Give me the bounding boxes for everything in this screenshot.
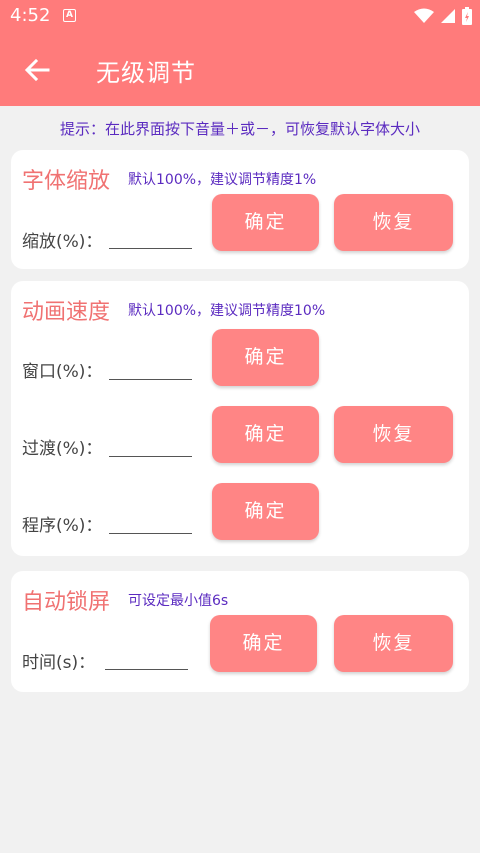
transition-restore-button[interactable]: 恢复 — [334, 406, 453, 463]
time-input[interactable] — [105, 669, 188, 670]
program-confirm-button[interactable]: 确定 — [212, 483, 319, 540]
scale-input[interactable] — [109, 248, 192, 249]
anim-speed-note: 默认100%，建议调节精度10% — [128, 303, 326, 319]
window-input[interactable] — [109, 379, 192, 380]
time-label: 时间(s)： — [22, 653, 96, 673]
window-label: 窗口(%)： — [22, 362, 103, 382]
status-time: 4:52 — [10, 5, 51, 26]
auto-lock-note: 可设定最小值6s — [128, 593, 229, 609]
scale-label: 缩放(%)： — [22, 232, 103, 252]
scale-confirm-button[interactable]: 确定 — [212, 194, 319, 251]
font-scale-card: 字体缩放 默认100%，建议调节精度1% 缩放(%)： 确定 恢复 — [11, 150, 469, 269]
auto-lock-title: 自动锁屏 — [22, 590, 111, 615]
back-arrow-icon[interactable] — [22, 55, 52, 85]
notification-icon: A — [63, 9, 76, 22]
auto-lock-card: 自动锁屏 可设定最小值6s 时间(s)： 确定 恢复 — [11, 571, 469, 692]
program-input[interactable] — [109, 533, 192, 534]
signal-icon — [441, 9, 455, 23]
lock-restore-button[interactable]: 恢复 — [334, 615, 453, 672]
transition-input[interactable] — [109, 456, 192, 457]
transition-label: 过渡(%)： — [22, 439, 103, 459]
app-bar: 无级调节 — [0, 33, 480, 106]
anim-speed-card: 动画速度 默认100%，建议调节精度10% 窗口(%)： 确定 过渡(%)： 确… — [11, 281, 469, 556]
battery-icon — [462, 7, 472, 25]
window-confirm-button[interactable]: 确定 — [212, 329, 319, 386]
lock-confirm-button[interactable]: 确定 — [210, 615, 317, 672]
program-label: 程序(%)： — [22, 516, 103, 536]
status-bar: 4:52 A — [0, 0, 480, 33]
transition-confirm-button[interactable]: 确定 — [212, 406, 319, 463]
status-icons — [414, 7, 472, 25]
font-scale-title: 字体缩放 — [22, 169, 111, 194]
page-title: 无级调节 — [96, 59, 196, 87]
hint-text: 提示：在此界面按下音量＋或－，可恢复默认字体大小 — [59, 120, 420, 138]
scale-restore-button[interactable]: 恢复 — [334, 194, 453, 251]
wifi-icon — [414, 8, 434, 23]
anim-speed-title: 动画速度 — [22, 300, 111, 325]
font-scale-note: 默认100%，建议调节精度1% — [128, 172, 317, 188]
